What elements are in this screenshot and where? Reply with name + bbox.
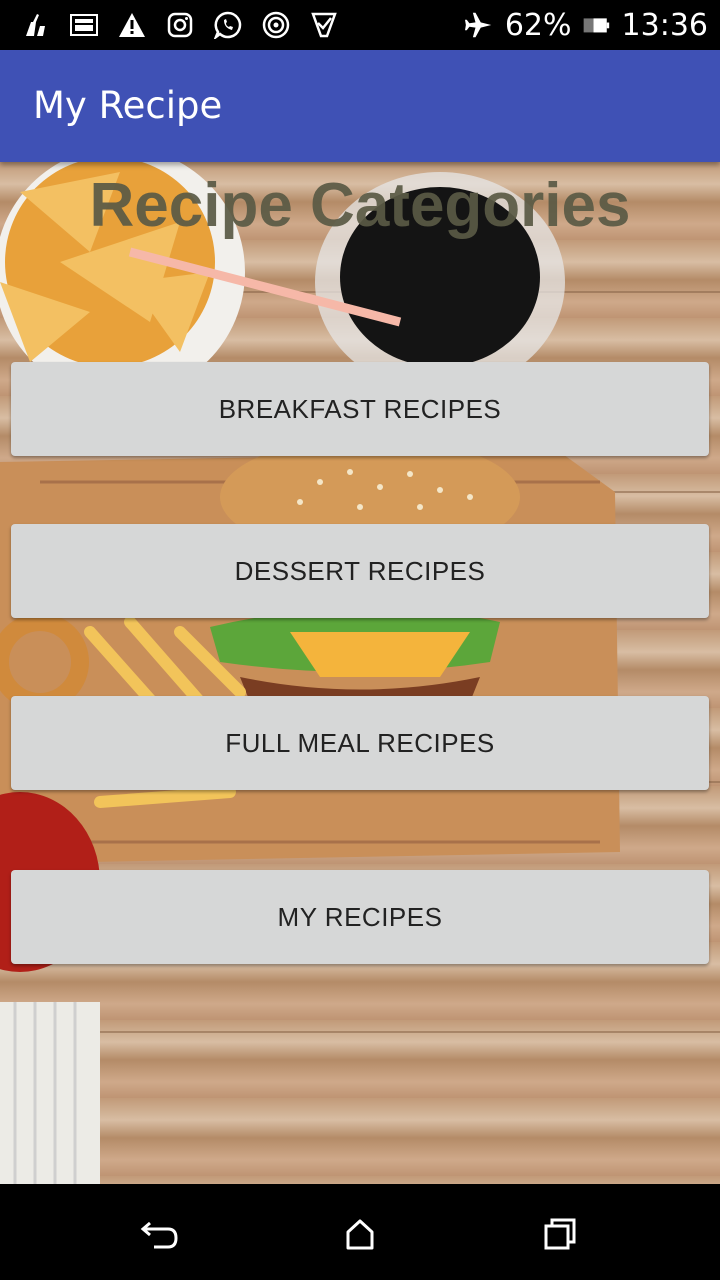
battery-icon [582, 11, 610, 39]
sync-icon [262, 11, 290, 39]
check-icon [310, 11, 338, 39]
airplane-icon [464, 11, 493, 39]
screenshot-icon [70, 11, 98, 39]
app-title: My Recipe [33, 84, 223, 127]
my-recipes-button[interactable]: MY RECIPES [11, 870, 709, 964]
notification-icons [22, 10, 358, 40]
app-bar: My Recipe [0, 50, 720, 162]
navigation-bar [0, 1184, 720, 1280]
battery-percent: 62% [504, 7, 572, 43]
back-icon[interactable] [140, 1214, 180, 1254]
warning-icon [118, 11, 146, 39]
home-icon[interactable] [340, 1214, 380, 1254]
full-meal-recipes-button[interactable]: FULL MEAL RECIPES [11, 696, 709, 790]
clean-icon [22, 11, 50, 39]
breakfast-recipes-button[interactable]: BREAKFAST RECIPES [11, 362, 709, 456]
recipe-categories-screen: Recipe Categories BREAKFAST RECIPES DESS… [0, 162, 720, 1184]
whatsapp-icon [214, 11, 242, 39]
clock: 13:36 [621, 7, 708, 43]
recents-icon[interactable] [540, 1214, 580, 1254]
instagram-icon [166, 11, 194, 39]
status-bar: 62% 13:36 [0, 0, 720, 50]
food-background-image [0, 162, 720, 1184]
recipe-categories-heading: Recipe Categories [89, 171, 631, 240]
dessert-recipes-button[interactable]: DESSERT RECIPES [11, 524, 709, 618]
